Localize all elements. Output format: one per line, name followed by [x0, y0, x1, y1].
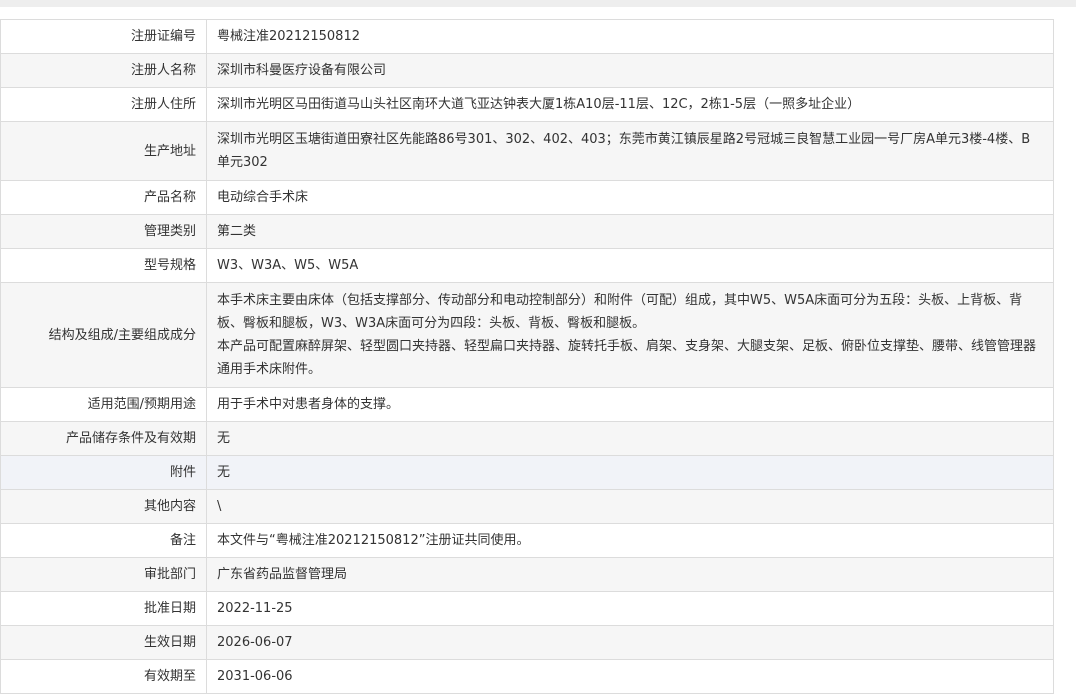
row-value: 用于手术中对患者身体的支撑。 — [206, 387, 1054, 422]
row-label: 型号规格 — [0, 248, 207, 283]
row-value: 电动综合手术床 — [206, 180, 1054, 215]
table-row-approval-date: 批准日期 2022-11-25 — [0, 591, 1054, 626]
table-row-other-content: 其他内容 \ — [0, 489, 1054, 524]
table-row-registrant-name: 注册人名称 深圳市科曼医疗设备有限公司 — [0, 53, 1054, 88]
table-row-model-spec: 型号规格 W3、W3A、W5、W5A — [0, 248, 1054, 283]
row-value: \ — [206, 489, 1054, 524]
row-value: 深圳市科曼医疗设备有限公司 — [206, 53, 1054, 88]
row-value: 第二类 — [206, 214, 1054, 249]
row-label: 注册人住所 — [0, 87, 207, 122]
structure-paragraph-2: 本产品可配置麻醉屏架、轻型圆口夹持器、轻型扁口夹持器、旋转托手板、肩架、支身架、… — [217, 339, 1037, 377]
row-label: 生效日期 — [0, 625, 207, 660]
row-value: 广东省药品监督管理局 — [206, 557, 1054, 592]
row-label: 注册证编号 — [0, 19, 207, 54]
row-label: 管理类别 — [0, 214, 207, 249]
table-row-management-class: 管理类别 第二类 — [0, 214, 1054, 249]
row-value: 2031-06-06 — [206, 659, 1054, 694]
table-row-registrant-address: 注册人住所 深圳市光明区马田街道马山头社区南环大道飞亚达钟表大厦1栋A10层-1… — [0, 87, 1054, 122]
row-value: W3、W3A、W5、W5A — [206, 248, 1054, 283]
row-label: 附件 — [0, 455, 207, 490]
row-label: 备注 — [0, 523, 207, 558]
row-value: 无 — [206, 455, 1054, 490]
row-label: 其他内容 — [0, 489, 207, 524]
row-value: 无 — [206, 421, 1054, 456]
table-row-production-address: 生产地址 深圳市光明区玉塘街道田寮社区先能路86号301、302、402、403… — [0, 121, 1054, 181]
registration-info-table: 注册证编号 粤械注准20212150812 注册人名称 深圳市科曼医疗设备有限公… — [0, 19, 1054, 694]
page-right-margin — [1062, 19, 1076, 695]
top-bar — [0, 0, 1076, 7]
row-label: 审批部门 — [0, 557, 207, 592]
row-value: 本手术床主要由床体（包括支撑部分、传动部分和电动控制部分）和附件（可配）组成，其… — [206, 282, 1054, 388]
row-label: 注册人名称 — [0, 53, 207, 88]
row-label: 生产地址 — [0, 121, 207, 181]
table-row-storage-conditions: 产品储存条件及有效期 无 — [0, 421, 1054, 456]
row-value: 2022-11-25 — [206, 591, 1054, 626]
structure-paragraph-1: 本手术床主要由床体（包括支撑部分、传动部分和电动控制部分）和附件（可配）组成，其… — [217, 293, 1023, 331]
row-label: 产品名称 — [0, 180, 207, 215]
registration-info-panel: 注册证编号 粤械注准20212150812 注册人名称 深圳市科曼医疗设备有限公… — [0, 19, 1054, 694]
row-value: 粤械注准20212150812 — [206, 19, 1054, 54]
row-value: 深圳市光明区马田街道马山头社区南环大道飞亚达钟表大厦1栋A10层-11层、12C… — [206, 87, 1054, 122]
row-label: 有效期至 — [0, 659, 207, 694]
row-label: 批准日期 — [0, 591, 207, 626]
row-label: 结构及组成/主要组成成分 — [0, 282, 207, 388]
table-row-approval-department: 审批部门 广东省药品监督管理局 — [0, 557, 1054, 592]
row-value: 2026-06-07 — [206, 625, 1054, 660]
table-row-effective-date: 生效日期 2026-06-07 — [0, 625, 1054, 660]
table-row-remarks: 备注 本文件与“粤械注准20212150812”注册证共同使用。 — [0, 523, 1054, 558]
table-row-registration-number: 注册证编号 粤械注准20212150812 — [0, 19, 1054, 54]
row-value: 本文件与“粤械注准20212150812”注册证共同使用。 — [206, 523, 1054, 558]
row-value: 深圳市光明区玉塘街道田寮社区先能路86号301、302、402、403；东莞市黄… — [206, 121, 1054, 181]
table-row-structure-composition: 结构及组成/主要组成成分 本手术床主要由床体（包括支撑部分、传动部分和电动控制部… — [0, 282, 1054, 388]
row-label: 产品储存条件及有效期 — [0, 421, 207, 456]
table-row-intended-use: 适用范围/预期用途 用于手术中对患者身体的支撑。 — [0, 387, 1054, 422]
table-row-product-name: 产品名称 电动综合手术床 — [0, 180, 1054, 215]
row-label: 适用范围/预期用途 — [0, 387, 207, 422]
table-row-valid-until: 有效期至 2031-06-06 — [0, 659, 1054, 694]
table-row-attachment: 附件 无 — [0, 455, 1054, 490]
